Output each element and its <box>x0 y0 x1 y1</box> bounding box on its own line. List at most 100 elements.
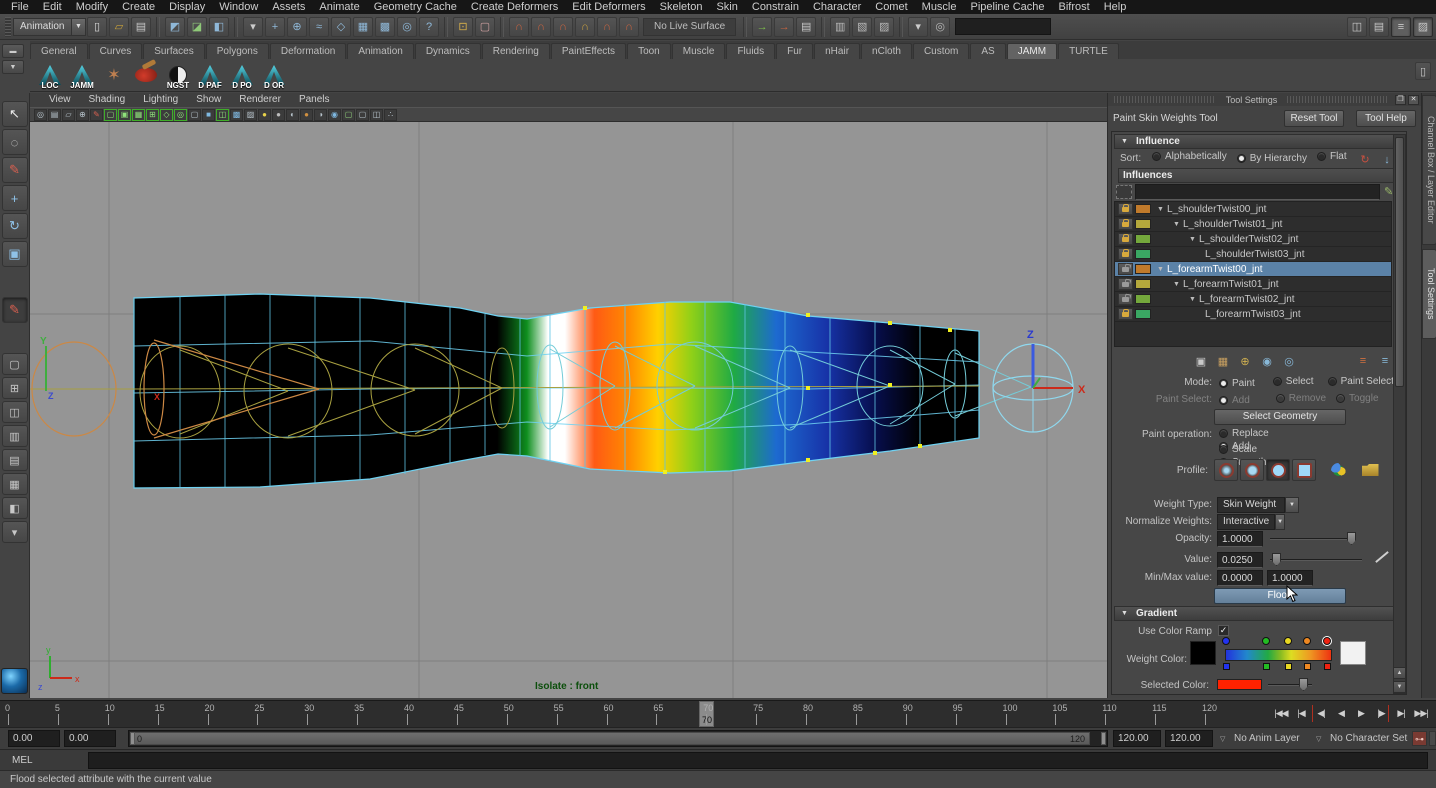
influence-color-swatch[interactable] <box>1135 279 1151 289</box>
menu-set-selector[interactable]: Animation ▼ <box>13 18 86 36</box>
menu-skeleton[interactable]: Skeleton <box>653 0 710 14</box>
snap-to-points-icon[interactable]: ∩ <box>553 17 573 37</box>
lock-toggle-button[interactable] <box>1118 263 1133 275</box>
mask-misc-icon[interactable]: ? <box>419 17 439 37</box>
mode-select-radio[interactable]: Select <box>1273 376 1314 387</box>
menu-file[interactable]: File <box>4 0 36 14</box>
shelf-tab-jamm[interactable]: JAMM <box>1007 43 1057 59</box>
influence-row[interactable]: ▼L_forearmTwist02_jnt <box>1115 292 1391 307</box>
value-field[interactable]: 0.0250 <box>1217 552 1263 568</box>
smooth-shade-icon[interactable]: ■ <box>202 109 215 121</box>
ramp-stop-marker[interactable] <box>1324 663 1331 670</box>
shelf-tab-polygons[interactable]: Polygons <box>206 43 269 59</box>
anim-end-field[interactable]: 120.00 <box>1165 730 1213 747</box>
shelf-tab-as[interactable]: AS <box>970 43 1005 59</box>
slider-handle[interactable] <box>1272 553 1281 566</box>
influence-search-input[interactable] <box>1135 184 1380 200</box>
viewport-menu-renderer[interactable]: Renderer <box>230 93 290 107</box>
status-grip[interactable] <box>5 17 11 37</box>
slider-handle[interactable] <box>1299 678 1308 691</box>
camera-bookmark-icon[interactable]: ▤ <box>48 109 61 121</box>
playback-start-field[interactable]: 0.00 <box>64 730 116 747</box>
opacity-slider[interactable] <box>1270 532 1356 546</box>
lock-toggle-button[interactable] <box>1118 308 1133 320</box>
shelf-item-d-or[interactable]: D OR <box>259 60 289 90</box>
slider-handle[interactable] <box>1347 532 1356 545</box>
mask-handles-icon[interactable]: ⊕ <box>287 17 307 37</box>
toggle-tool-settings-icon[interactable]: ≡ <box>1391 17 1411 37</box>
expand-arrow-icon[interactable]: ▼ <box>1189 296 1196 303</box>
expand-arrow-icon[interactable]: ▼ <box>1173 221 1180 228</box>
panel-scrollbar[interactable]: ▲ ▼ <box>1393 134 1406 694</box>
layout-menu-button[interactable]: ▾ <box>2 521 28 543</box>
ramp-stop-marker[interactable] <box>1223 663 1230 670</box>
shelf-tab-muscle[interactable]: Muscle <box>672 43 726 59</box>
mask-deformations-icon[interactable]: ▦ <box>353 17 373 37</box>
textured-mode-icon[interactable]: ▩ <box>230 109 243 121</box>
mask-points-icon[interactable]: + <box>265 17 285 37</box>
shelf-tab-general[interactable]: General <box>30 43 88 59</box>
tab-tool-settings[interactable]: Tool Settings <box>1422 249 1436 339</box>
2d-pan-zoom-icon[interactable]: ⊕ <box>76 109 89 121</box>
hypershade-persp-layout-button[interactable]: ▦ <box>2 473 28 495</box>
flood-button[interactable]: Flood <box>1214 588 1346 604</box>
expand-arrow-icon[interactable]: ▼ <box>1157 266 1164 273</box>
move-influence-weights-icon[interactable]: ◉ <box>1258 353 1276 369</box>
input-connections-icon[interactable]: → <box>752 17 772 37</box>
menu-modify[interactable]: Modify <box>69 0 115 14</box>
shelf-item-brush[interactable] <box>131 60 161 90</box>
profile-stamp-button[interactable] <box>1326 459 1350 481</box>
lock-toggle-button[interactable] <box>1118 218 1133 230</box>
menu-constrain[interactable]: Constrain <box>745 0 806 14</box>
tab-channel-box[interactable]: Channel Box / Layer Editor <box>1422 95 1436 245</box>
field-chart-icon[interactable]: ⊞ <box>146 109 159 121</box>
min-value-field[interactable]: 0.0000 <box>1217 570 1263 586</box>
snap-to-projected-center-icon[interactable]: ∩ <box>575 17 595 37</box>
close-panel-icon[interactable]: ✕ <box>1408 95 1419 105</box>
ramp-stop-marker[interactable] <box>1304 663 1311 670</box>
share-panel-icon[interactable]: ∴ <box>384 109 397 121</box>
render-current-frame-icon[interactable]: ▧ <box>852 17 872 37</box>
shelf-tab-toon[interactable]: Toon <box>627 43 671 59</box>
pencil-icon[interactable]: ✎ <box>1384 185 1393 198</box>
weight-color-ramp[interactable] <box>1225 649 1332 661</box>
ipr-render-icon[interactable]: ▨ <box>874 17 894 37</box>
influence-section-header[interactable]: ▼ Influence <box>1114 134 1404 149</box>
shelf-tab-rendering[interactable]: Rendering <box>482 43 550 59</box>
go-to-start-button[interactable]: |◀◀ <box>1271 703 1291 725</box>
menu-assets[interactable]: Assets <box>265 0 312 14</box>
wireframe-mode-icon[interactable]: ▢ <box>188 109 201 121</box>
ramp-stop-marker[interactable] <box>1263 663 1270 670</box>
paint-operation-replace-radio[interactable]: Replace <box>1219 428 1319 439</box>
swap-influence-weights-icon[interactable]: ◎ <box>1280 353 1298 369</box>
step-back-key-button[interactable]: |◀ <box>1291 703 1311 725</box>
viewport-menu-shading[interactable]: Shading <box>80 93 135 107</box>
lock-toggle-button[interactable] <box>1118 203 1133 215</box>
range-right-handle[interactable] <box>1101 732 1106 745</box>
menu-edit-deformers[interactable]: Edit Deformers <box>565 0 652 14</box>
influence-row[interactable]: ▼L_shoulderTwist01_jnt <box>1115 217 1391 232</box>
maya-logo[interactable] <box>1 668 28 694</box>
shadows-icon[interactable]: ◐ <box>286 109 299 121</box>
toggle-attribute-editor-icon[interactable]: ▨ <box>1413 17 1433 37</box>
shelf-tab-fur[interactable]: Fur <box>776 43 813 59</box>
value-slider[interactable] <box>1270 553 1362 567</box>
step-forward-key-button[interactable]: ▶| <box>1391 703 1411 725</box>
menu-edit[interactable]: Edit <box>36 0 69 14</box>
viewport-menu-show[interactable]: Show <box>187 93 230 107</box>
menu-muscle[interactable]: Muscle <box>915 0 964 14</box>
influence-color-swatch[interactable] <box>1135 294 1151 304</box>
shelf-arrow-button[interactable]: ▼ <box>2 60 24 74</box>
weight-type-dropdown[interactable]: Skin Weight▼ <box>1217 497 1299 513</box>
shelf-tab-fluids[interactable]: Fluids <box>726 43 775 59</box>
opacity-field[interactable]: 1.0000 <box>1217 531 1263 547</box>
influences-subheader[interactable]: Influences <box>1118 168 1402 183</box>
influence-filter-icon[interactable] <box>1116 185 1132 199</box>
copy-weights-icon[interactable]: ▣ <box>1192 353 1210 369</box>
menu-display[interactable]: Display <box>162 0 212 14</box>
shelf-item-loc[interactable]: LOC <box>35 60 65 90</box>
live-surface-field[interactable]: No Live Surface <box>643 18 736 36</box>
search-magnifier-icon[interactable]: ◎ <box>930 17 950 37</box>
lasso-select-tool[interactable]: ◌ <box>2 129 28 155</box>
use-color-ramp-checkbox[interactable]: ✓ <box>1218 625 1229 636</box>
